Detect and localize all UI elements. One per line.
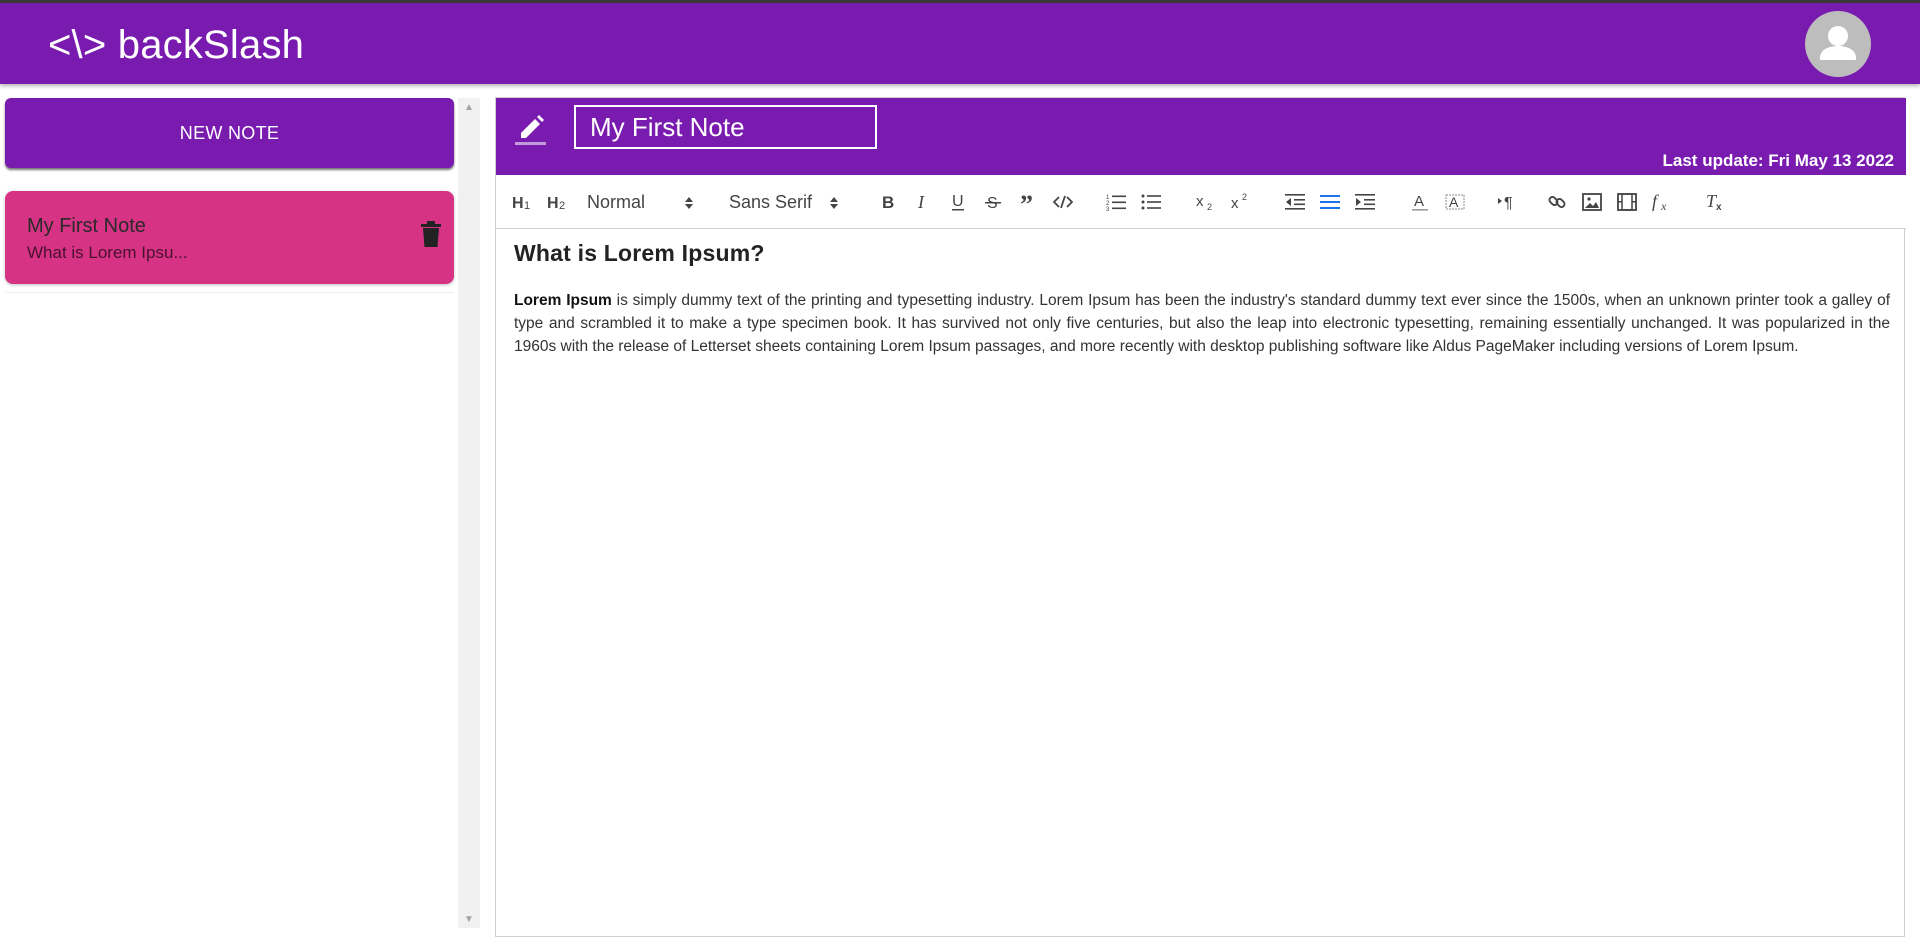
indent-icon[interactable] bbox=[1353, 188, 1377, 216]
svg-text:x: x bbox=[1716, 202, 1722, 212]
svg-text:x: x bbox=[1196, 193, 1204, 210]
ordered-list-icon[interactable]: 123 bbox=[1104, 188, 1128, 216]
notes-sidebar: NEW NOTE My First Note What is Lorem Ips… bbox=[0, 90, 480, 942]
image-icon[interactable] bbox=[1580, 188, 1604, 216]
note-title: My First Note bbox=[27, 215, 146, 237]
app-bar: <\> backSlash bbox=[0, 3, 1920, 84]
editor-header: Last update: Fri May 13 2022 bbox=[496, 98, 1906, 175]
header-style-value: Normal bbox=[587, 191, 646, 212]
svg-text:U: U bbox=[952, 193, 964, 210]
video-icon[interactable] bbox=[1615, 188, 1639, 216]
svg-text:A: A bbox=[1449, 194, 1459, 210]
svg-text:I: I bbox=[917, 193, 925, 211]
account-circle-icon[interactable] bbox=[1805, 11, 1871, 77]
svg-text:x: x bbox=[1660, 199, 1667, 212]
code-block-icon[interactable] bbox=[1051, 188, 1075, 216]
svg-text:2: 2 bbox=[559, 200, 565, 211]
note-list-item[interactable]: My First Note What is Lorem Ipsu... bbox=[5, 191, 454, 284]
subscript-icon[interactable]: x2 bbox=[1194, 188, 1218, 216]
svg-text:¶: ¶ bbox=[1504, 195, 1513, 211]
note-editor: Last update: Fri May 13 2022 H1 H2 Norma… bbox=[495, 97, 1906, 937]
scroll-up-arrow-icon[interactable]: ▲ bbox=[458, 98, 480, 116]
formatting-toolbar: H1 H2 Normal Sans Serif B I U S ” 1 2 3 … bbox=[496, 175, 1906, 229]
bullet-list-icon[interactable] bbox=[1139, 188, 1163, 216]
svg-text:A: A bbox=[1414, 193, 1424, 210]
content-body-text: is simply dummy text of the printing and… bbox=[514, 292, 1890, 355]
note-body[interactable]: What is Lorem Ipsum? Lorem Ipsum is simp… bbox=[514, 240, 1890, 358]
svg-text:H: H bbox=[512, 195, 524, 211]
last-update-label: Last update: Fri May 13 2022 bbox=[1662, 151, 1894, 170]
font-family-value: Sans Serif bbox=[729, 191, 813, 212]
svg-text:1: 1 bbox=[524, 200, 530, 211]
svg-text:3: 3 bbox=[1106, 207, 1110, 211]
svg-text:x: x bbox=[1231, 195, 1239, 212]
chevron-updown-icon bbox=[685, 197, 693, 209]
new-note-button[interactable]: NEW NOTE bbox=[5, 98, 454, 168]
sidebar-scrollbar[interactable]: ▲ ▼ bbox=[458, 98, 480, 928]
outdent-icon[interactable] bbox=[1283, 188, 1307, 216]
note-preview: What is Lorem Ipsu... bbox=[27, 243, 188, 262]
bold-icon[interactable]: B bbox=[876, 188, 900, 216]
link-icon[interactable] bbox=[1545, 188, 1569, 216]
formula-icon[interactable]: fx bbox=[1650, 188, 1674, 216]
text-color-icon[interactable]: A bbox=[1408, 188, 1432, 216]
highlight-color-icon[interactable]: A bbox=[1443, 188, 1467, 216]
header-style-select[interactable]: Normal bbox=[587, 188, 694, 216]
svg-text:2: 2 bbox=[1207, 202, 1212, 212]
pencil-icon bbox=[515, 111, 549, 145]
heading-1-icon[interactable]: H1 bbox=[511, 188, 535, 216]
svg-text:f: f bbox=[1652, 192, 1660, 211]
chevron-updown-icon bbox=[830, 197, 838, 209]
heading-2-icon[interactable]: H2 bbox=[546, 188, 570, 216]
align-justify-icon[interactable] bbox=[1318, 188, 1342, 216]
note-title-input[interactable] bbox=[574, 105, 877, 149]
font-family-select[interactable]: Sans Serif bbox=[729, 188, 839, 216]
scroll-down-arrow-icon[interactable]: ▼ bbox=[458, 910, 480, 928]
content-paragraph: Lorem Ipsum is simply dummy text of the … bbox=[514, 289, 1890, 358]
svg-text:”: ” bbox=[1020, 193, 1033, 211]
blockquote-icon[interactable]: ” bbox=[1016, 188, 1040, 216]
italic-icon[interactable]: I bbox=[911, 188, 935, 216]
svg-text:H: H bbox=[547, 195, 559, 211]
trash-icon[interactable] bbox=[419, 220, 443, 248]
underline-icon[interactable]: U bbox=[946, 188, 970, 216]
clear-formatting-icon[interactable]: Tx bbox=[1704, 188, 1728, 216]
superscript-icon[interactable]: x2 bbox=[1229, 188, 1253, 216]
content-bold-lead: Lorem Ipsum bbox=[514, 292, 612, 309]
strikethrough-icon[interactable]: S bbox=[981, 188, 1005, 216]
svg-text:2: 2 bbox=[1242, 192, 1247, 202]
svg-text:B: B bbox=[882, 193, 894, 211]
list-divider bbox=[5, 292, 454, 293]
text-direction-icon[interactable]: ¶ bbox=[1496, 188, 1522, 216]
brand-logo[interactable]: <\> backSlash bbox=[48, 21, 304, 69]
content-heading: What is Lorem Ipsum? bbox=[514, 240, 765, 266]
